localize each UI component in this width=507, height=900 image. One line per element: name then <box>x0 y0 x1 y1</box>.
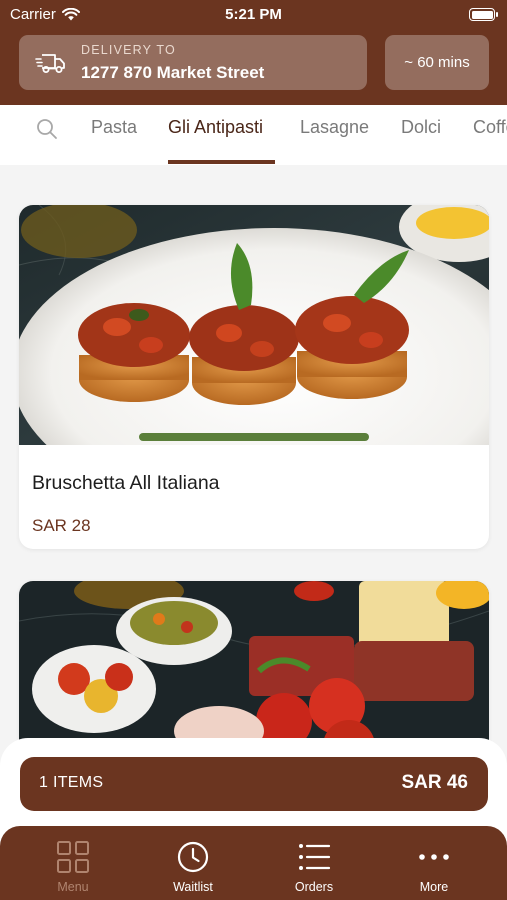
product-card[interactable]: Bruschetta All Italiana SAR 28 <box>19 205 489 549</box>
clock-time: 5:21 PM <box>225 6 282 23</box>
app-header: Carrier 5:21 PM DELIVERY TO 1277 870 Mar… <box>0 0 507 105</box>
tab-waitlist-label: Waitlist <box>173 880 213 894</box>
tab-waitlist[interactable]: Waitlist <box>133 826 253 900</box>
cart-total: SAR 46 <box>401 772 468 793</box>
tab-more-label: More <box>419 880 449 894</box>
battery-icon <box>469 8 498 21</box>
category-tab-dolci[interactable]: Dolci <box>401 117 441 138</box>
category-tab-lasagne[interactable]: Lasagne <box>300 117 369 138</box>
category-tabs: Pasta Gli Antipasti Lasagne Dolci Coffee <box>0 105 507 165</box>
category-tab-coffee[interactable]: Coffee <box>473 117 507 138</box>
product-price: SAR 28 <box>32 516 91 535</box>
tab-orders[interactable]: Orders <box>254 826 374 900</box>
delivery-label: DELIVERY TO <box>81 43 176 57</box>
list-icon <box>299 844 331 870</box>
status-bar: Carrier 5:21 PM <box>0 0 507 28</box>
delivery-address: 1277 870 Market Street <box>81 63 265 82</box>
view-cart-button[interactable]: 1 ITEMS SAR 46 <box>20 757 488 811</box>
category-tab-gli-antipasti[interactable]: Gli Antipasti <box>168 117 263 138</box>
delivery-eta-button[interactable]: ~ 60 mins <box>385 35 489 90</box>
delivery-eta: ~ 60 mins <box>404 54 470 71</box>
category-bar: Pasta Gli Antipasti Lasagne Dolci Coffee <box>0 105 507 165</box>
delivery-truck-icon <box>35 54 65 73</box>
bruschetta-photo <box>19 205 489 445</box>
clock-icon <box>177 841 209 873</box>
grid-icon <box>57 841 89 873</box>
bottom-tab-bar: Menu Waitlist Orders More <box>0 826 507 900</box>
category-tab-pasta[interactable]: Pasta <box>91 117 137 138</box>
tab-menu-label: Menu <box>57 880 89 894</box>
cart-item-count: 1 ITEMS <box>39 774 104 791</box>
active-tab-indicator <box>168 160 275 164</box>
product-name: Bruschetta All Italiana <box>32 472 220 494</box>
tab-more[interactable]: More <box>374 826 494 900</box>
tab-orders-label: Orders <box>294 880 334 894</box>
delivery-address-button[interactable]: DELIVERY TO 1277 870 Market Street <box>19 35 367 90</box>
tab-menu[interactable]: Menu <box>13 826 133 900</box>
ellipsis-icon <box>419 854 449 860</box>
